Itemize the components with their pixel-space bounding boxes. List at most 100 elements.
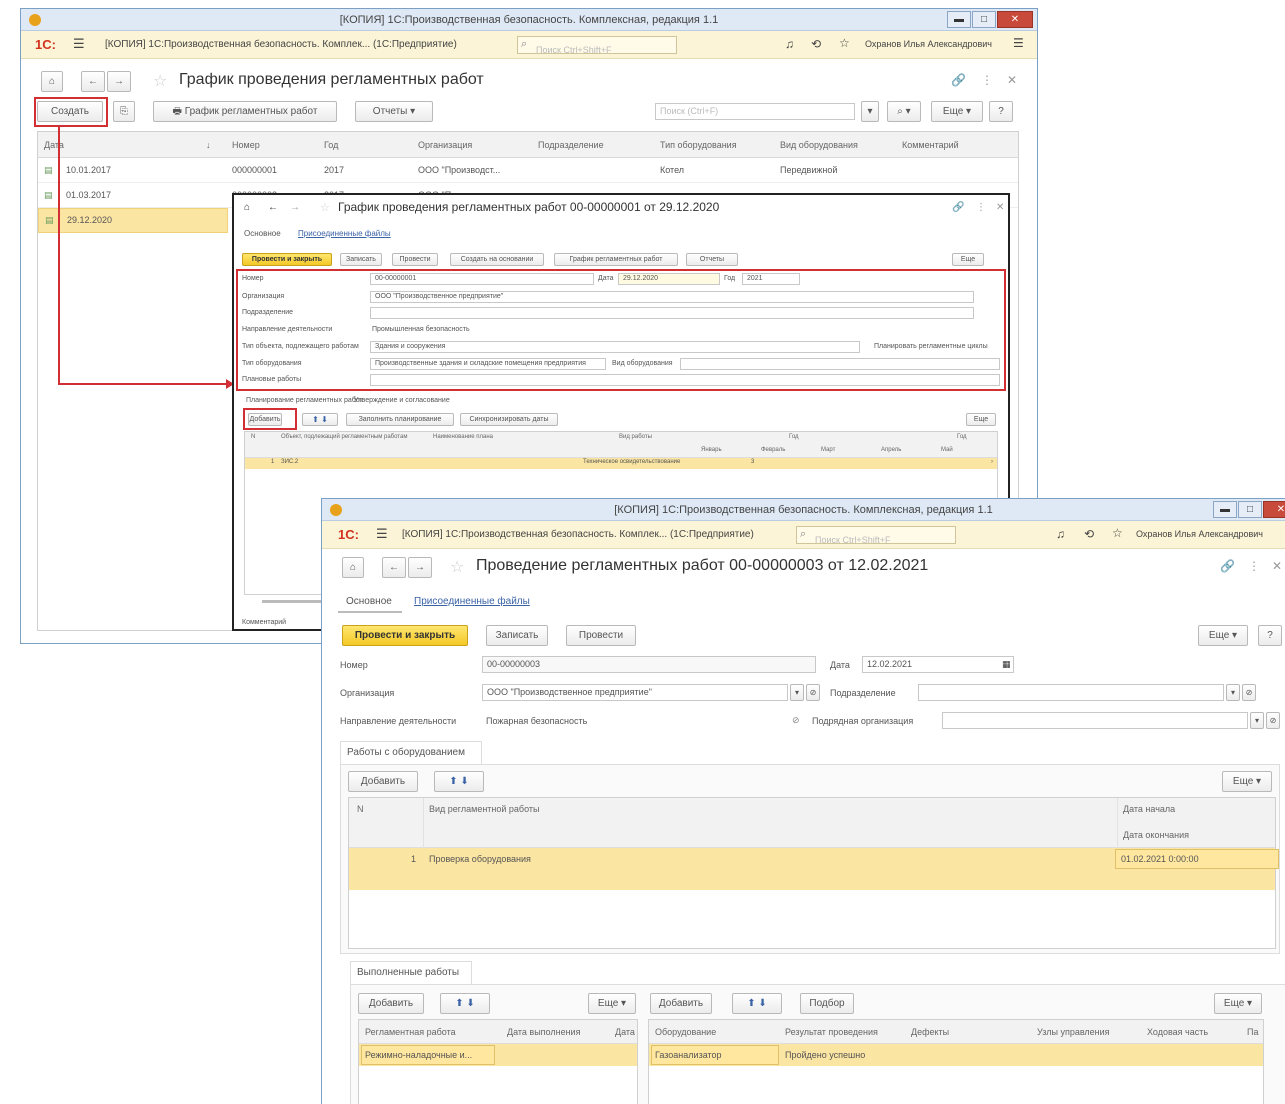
add-right-button[interactable]: Добавить	[650, 993, 712, 1014]
post-button[interactable]: Провести	[566, 625, 636, 646]
more-button[interactable]: Еще	[952, 253, 984, 266]
favorite-star-icon[interactable]: ☆	[153, 71, 167, 91]
tab-planning[interactable]: Планирование регламентных работ	[246, 397, 363, 404]
fill-planning-button[interactable]: Заполнить планирование	[346, 413, 454, 426]
tab-works[interactable]: Работы с оборудованием	[340, 741, 482, 765]
help-button[interactable]: ?	[989, 101, 1013, 122]
link-icon[interactable]: 🔗	[951, 73, 966, 87]
more-vert-icon[interactable]: ⋮	[981, 73, 993, 87]
table-row-selected[interactable]: 1 Проверка оборудования 01.02.2021 0:00:…	[349, 848, 1279, 890]
more-vert-icon[interactable]: ⋮	[1248, 559, 1260, 573]
calendar-icon[interactable]: ▦	[1002, 659, 1011, 670]
sync-dates-button[interactable]: Синхронизировать даты	[460, 413, 558, 426]
more-button[interactable]: Еще ▾	[1222, 771, 1272, 792]
contractor-field[interactable]	[942, 712, 1248, 729]
forward-button[interactable]: →	[107, 71, 131, 92]
minimize-button[interactable]: ▬	[947, 11, 971, 28]
bell-icon[interactable]: ♫	[785, 37, 794, 51]
dept-open-button[interactable]: ⊘	[1242, 684, 1256, 701]
add-button[interactable]: Добавить	[348, 771, 418, 792]
link-icon[interactable]: 🔗	[1220, 559, 1235, 573]
tab-main[interactable]: Основное	[244, 229, 281, 238]
col-org[interactable]: Организация	[418, 140, 472, 150]
col-comment[interactable]: Комментарий	[902, 140, 959, 150]
history-icon[interactable]: ⟲	[1084, 527, 1094, 541]
help-button[interactable]: ?	[1258, 625, 1282, 646]
col-equip-kind[interactable]: Вид оборудования	[780, 140, 858, 150]
favorites-star-icon[interactable]: ☆	[1112, 526, 1123, 540]
more-button[interactable]: Еще	[966, 413, 996, 426]
menu-icon[interactable]: ☰	[73, 36, 85, 52]
forward-button[interactable]: →	[408, 557, 432, 578]
table-row-selected[interactable]: Газоанализатор Пройдено успешно	[649, 1044, 1263, 1066]
user-name[interactable]: Охранов Илья Александрович	[865, 39, 992, 49]
home-icon[interactable]: ⌂	[244, 202, 250, 213]
reports-button[interactable]: Отчеты	[686, 253, 738, 266]
save-button[interactable]: Записать	[340, 253, 382, 266]
back-icon[interactable]: ←	[268, 202, 278, 213]
move-up-down-buttons[interactable]: ⬆ ⬇	[732, 993, 782, 1014]
maximize-button[interactable]: □	[1238, 501, 1262, 518]
table-row-selected[interactable]: 1 ЗИС.2 Техническое освидетельствование …	[245, 458, 997, 469]
favorites-star-icon[interactable]: ☆	[839, 36, 850, 50]
more-button[interactable]: Еще ▾	[931, 101, 983, 122]
dept-field[interactable]	[918, 684, 1224, 701]
dept-dropdown-button[interactable]: ▾	[1226, 684, 1240, 701]
org-open-button[interactable]: ⊘	[806, 684, 820, 701]
tab-files[interactable]: Присоединенные файлы	[414, 596, 530, 607]
more-left-button[interactable]: Еще ▾	[588, 993, 636, 1014]
table-row[interactable]: ▤ 10.01.2017 000000001 2017 ООО "Произво…	[38, 158, 1018, 183]
close-button[interactable]: ✕	[997, 11, 1033, 28]
org-field[interactable]: ООО "Производственное предприятие"	[482, 684, 788, 701]
tab-approval[interactable]: Утверждение и согласование	[354, 397, 450, 404]
back-button[interactable]: ←	[382, 557, 406, 578]
home-button[interactable]: ⌂	[41, 71, 63, 92]
move-up-down-buttons[interactable]: ⬆ ⬇	[440, 993, 490, 1014]
col-equip-type[interactable]: Тип оборудования	[660, 140, 737, 150]
forward-icon[interactable]: →	[290, 202, 300, 213]
back-button[interactable]: ←	[81, 71, 105, 92]
close-form-icon[interactable]: ✕	[1272, 559, 1282, 573]
save-button[interactable]: Записать	[486, 625, 548, 646]
contractor-dropdown-button[interactable]: ▾	[1250, 712, 1264, 729]
more-vert-icon[interactable]: ⋮	[976, 202, 986, 213]
col-number[interactable]: Номер	[232, 140, 260, 150]
close-form-icon[interactable]: ✕	[996, 202, 1004, 213]
link-icon[interactable]: 🔗	[952, 202, 964, 213]
post-close-button[interactable]: Провести и закрыть	[342, 625, 468, 646]
star-icon[interactable]: ☆	[320, 201, 330, 214]
global-search-input[interactable]: ⌕ Поиск Ctrl+Shift+F	[796, 526, 956, 545]
contractor-open-button[interactable]: ⊘	[1266, 712, 1280, 729]
user-name[interactable]: Охранов Илья Александрович	[1136, 529, 1263, 539]
schedule-button[interactable]: График регламентных работ	[554, 253, 678, 266]
schedule-print-button[interactable]: 🖶 График регламентных работ	[153, 101, 337, 122]
scrollbar[interactable]	[262, 600, 322, 603]
col-year[interactable]: Год	[324, 140, 338, 150]
post-close-button[interactable]: Провести и закрыть	[242, 253, 332, 266]
history-icon[interactable]: ⟲	[811, 37, 821, 51]
more-right-button[interactable]: Еще ▾	[1214, 993, 1262, 1014]
search-dropdown-button[interactable]: ▾	[861, 101, 879, 122]
select-button[interactable]: Подбор	[800, 993, 854, 1014]
close-form-icon[interactable]: ✕	[1007, 73, 1017, 87]
activity-open-icon[interactable]: ⊘	[792, 715, 800, 726]
maximize-button[interactable]: □	[972, 11, 996, 28]
number-field[interactable]: 00-00000003	[482, 656, 816, 673]
favorite-star-icon[interactable]: ☆	[450, 557, 464, 577]
more-button[interactable]: Еще ▾	[1198, 625, 1248, 646]
bell-icon[interactable]: ♫	[1056, 527, 1065, 541]
close-button[interactable]: ✕	[1263, 501, 1285, 518]
global-search-input[interactable]: ⌕ Поиск Ctrl+Shift+F	[517, 36, 677, 55]
tab-main[interactable]: Основное	[338, 591, 402, 613]
settings-menu-icon[interactable]: ☰	[1013, 36, 1024, 50]
post-button[interactable]: Провести	[392, 253, 438, 266]
table-row-selected[interactable]: Режимно-наладочные и...	[359, 1044, 637, 1066]
home-button[interactable]: ⌂	[342, 557, 364, 578]
minimize-button[interactable]: ▬	[1213, 501, 1237, 518]
tab-files[interactable]: Присоединенные файлы	[298, 229, 391, 238]
col-dept[interactable]: Подразделение	[538, 140, 604, 150]
move-up-down-buttons[interactable]: ⬆ ⬇	[434, 771, 484, 792]
create-based-button[interactable]: Создать на основании	[450, 253, 544, 266]
tab-done-works[interactable]: Выполненные работы	[350, 961, 472, 985]
move-up-down-buttons[interactable]: ⬆ ⬇	[302, 413, 338, 426]
